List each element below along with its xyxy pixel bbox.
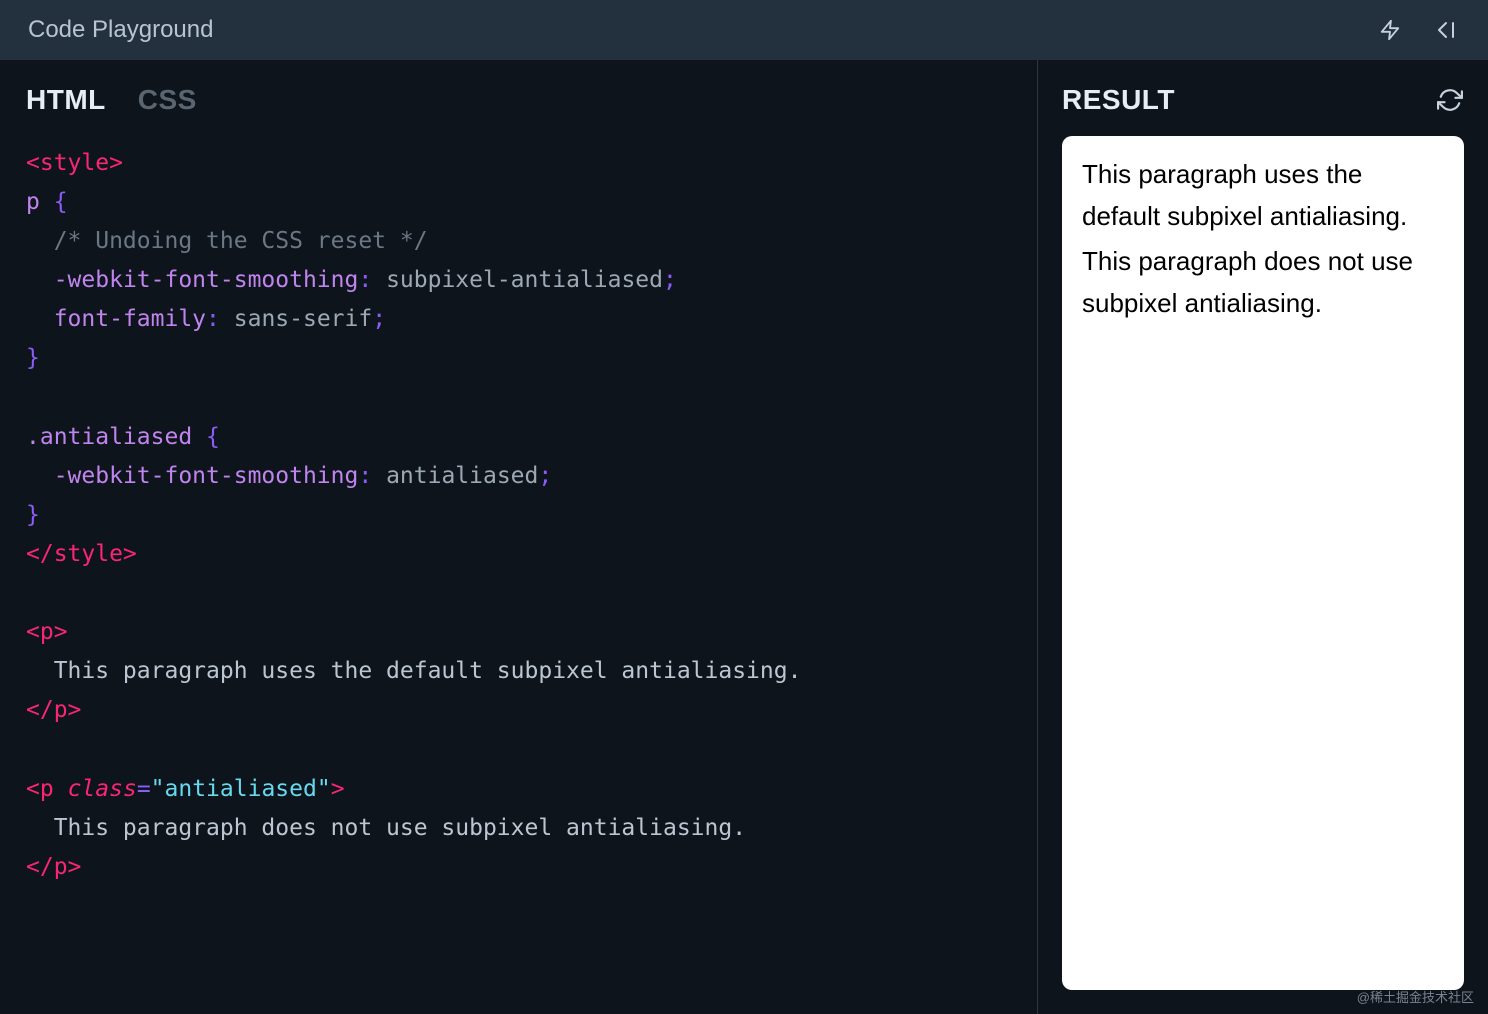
- tab-css[interactable]: CSS: [138, 84, 197, 116]
- editor-tabs: HTML CSS: [26, 84, 1011, 116]
- result-pane: RESULT This paragraph uses the default s…: [1038, 60, 1488, 1014]
- watermark: @稀土掘金技术社区: [1357, 987, 1474, 1006]
- result-paragraph: This paragraph does not use subpixel ant…: [1082, 241, 1444, 324]
- refresh-icon[interactable]: [1436, 86, 1464, 114]
- titlebar: Code Playground: [0, 0, 1488, 60]
- result-header: RESULT: [1062, 84, 1464, 116]
- editor-pane: HTML CSS <style> p { /* Undoing the CSS …: [0, 60, 1038, 1014]
- result-paragraph: This paragraph uses the default subpixel…: [1082, 154, 1444, 237]
- result-title: RESULT: [1062, 84, 1175, 116]
- code-editor[interactable]: <style> p { /* Undoing the CSS reset */ …: [26, 144, 1011, 887]
- app-title: Code Playground: [28, 16, 213, 44]
- result-output: This paragraph uses the default subpixel…: [1062, 136, 1464, 990]
- titlebar-actions: [1376, 16, 1460, 44]
- lightning-icon[interactable]: [1376, 16, 1404, 44]
- main: HTML CSS <style> p { /* Undoing the CSS …: [0, 60, 1488, 1014]
- reset-icon[interactable]: [1432, 16, 1460, 44]
- tab-html[interactable]: HTML: [26, 84, 106, 116]
